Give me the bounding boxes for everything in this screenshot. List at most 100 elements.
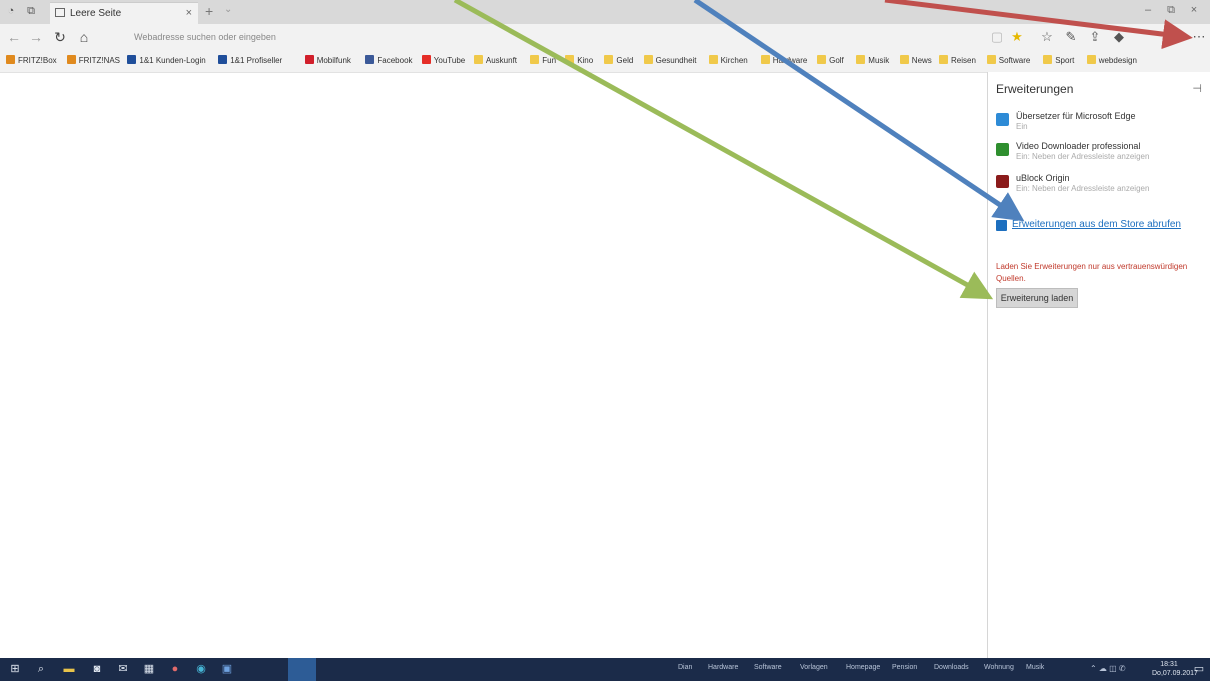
favorite-item[interactable]: FRITZ!Box [6, 55, 57, 67]
favorite-item[interactable]: YouTube [421, 55, 465, 67]
share-icon[interactable]: ⇪ [1086, 29, 1104, 45]
ublock-shield-icon [996, 175, 1009, 188]
favorite-label: Software [998, 56, 1031, 65]
favorite-item[interactable]: webdesign [1086, 55, 1137, 67]
favorite-icon [473, 55, 483, 64]
maximize-button[interactable]: ⧉ [1163, 4, 1179, 17]
back-button[interactable]: ← [6, 29, 22, 45]
favorite-star-icon[interactable]: ★ [1008, 29, 1026, 45]
extension-icon[interactable]: ◆ [1110, 29, 1128, 45]
favorite-item[interactable]: Kino [565, 55, 593, 67]
edge-taskbar-button[interactable] [288, 658, 316, 681]
tab-preview-icon[interactable]: ◔ [4, 4, 18, 18]
extension-item-video-downloader[interactable]: Video Downloader professional Ein: Neben… [996, 141, 1201, 167]
favorite-label: FRITZ!NAS [78, 56, 121, 65]
close-window-button[interactable]: × [1186, 4, 1202, 16]
tray-toolbar-item[interactable]: Homepage [846, 664, 880, 671]
store-link-text[interactable]: Erweiterungen aus dem Store abrufen [1012, 219, 1181, 230]
favorite-item[interactable]: Musik [856, 55, 889, 67]
favorite-label: webdesign [1098, 56, 1137, 65]
store-icon[interactable]: ◙ [90, 662, 104, 676]
favorite-icon [856, 55, 866, 64]
favorite-item[interactable]: Reisen [939, 55, 976, 67]
favorite-item[interactable]: Gesundheit [643, 55, 697, 67]
favorite-label: Sport [1055, 56, 1075, 65]
favorite-item[interactable]: Facebook [365, 55, 413, 67]
windows-start-icon[interactable]: ⊞ [8, 662, 22, 676]
favorite-item[interactable]: Hardware [760, 55, 807, 67]
mail-icon[interactable]: ✉ [116, 662, 130, 676]
navigation-bar: ← → ↻ ⌂ ▢ ★ ☆ ✎ ⇪ ◆ ⋯ [0, 24, 1210, 50]
favorite-icon [530, 55, 540, 64]
favorite-item[interactable]: Auskunft [473, 55, 518, 67]
home-button[interactable]: ⌂ [76, 29, 92, 45]
forward-button[interactable]: → [28, 29, 44, 45]
minimize-button[interactable]: – [1140, 4, 1156, 16]
address-bar-input[interactable] [130, 28, 975, 46]
favorite-item[interactable]: 1&1 Kunden-Login [127, 55, 206, 67]
favorite-label: Facebook [377, 56, 413, 65]
favorite-item[interactable]: Sport [1043, 55, 1074, 67]
load-extension-button[interactable]: Erweiterung laden [996, 288, 1078, 308]
browser-icon[interactable]: ◉ [194, 662, 208, 676]
refresh-button[interactable]: ↻ [52, 29, 68, 45]
favorite-item[interactable]: FRITZ!NAS [66, 55, 121, 67]
tray-toolbar-item[interactable]: Dian [678, 664, 692, 671]
favorite-item[interactable]: Software [986, 55, 1031, 67]
favorite-item[interactable]: Geld [604, 55, 633, 67]
favorite-item[interactable]: Fun [530, 55, 556, 67]
extension-status: Ein [1016, 122, 1028, 131]
close-tab-icon[interactable]: × [186, 7, 192, 19]
favorite-icon [817, 55, 827, 64]
favorite-item[interactable]: Kirchen [708, 55, 748, 67]
extension-item-translator[interactable]: Übersetzer für Microsoft Edge Ein [996, 111, 1201, 137]
tray-toolbar-item[interactable]: Vorlagen [800, 664, 828, 671]
reading-view-icon[interactable]: ▢ [988, 29, 1006, 45]
tabs-aside-icon[interactable]: ⧉ [24, 4, 38, 18]
calendar-icon[interactable]: ▦ [142, 662, 156, 676]
tray-toolbar-item[interactable]: Software [754, 664, 782, 671]
tab-list-chevron-icon[interactable]: ⌄ [224, 4, 232, 15]
favorite-icon [1086, 55, 1096, 64]
favorite-icon [760, 55, 770, 64]
search-icon[interactable]: ⌕ [34, 662, 48, 676]
favorite-item[interactable]: Mobilfunk [304, 55, 351, 67]
download-arrow-icon [996, 143, 1009, 156]
favorite-label: Musik [868, 56, 890, 65]
tray-toolbar-item[interactable]: Downloads [934, 664, 969, 671]
media-icon[interactable]: ● [168, 662, 182, 676]
file-explorer-icon[interactable]: ▬ [62, 662, 76, 676]
word-icon[interactable]: ▣ [220, 662, 234, 676]
favorite-item[interactable]: 1&1 Profiseller [218, 55, 282, 67]
tray-toolbar-item[interactable]: Pension [892, 664, 917, 671]
favorite-icon [66, 55, 76, 64]
favorite-icon [365, 55, 375, 64]
tray-toolbar-item[interactable]: Hardware [708, 664, 738, 671]
favorite-label: Fun [542, 56, 557, 65]
favorites-hub-icon[interactable]: ☆ [1038, 29, 1056, 45]
clock-date: Do,07.09.2017 [1152, 670, 1198, 677]
favorite-icon [1043, 55, 1053, 64]
favorite-label: Reisen [951, 56, 976, 65]
favorite-icon [986, 55, 996, 64]
tab-title: Leere Seite [70, 8, 122, 19]
extension-name: Video Downloader professional [1016, 141, 1141, 151]
favorite-label: Auskunft [485, 56, 518, 65]
store-bag-icon [996, 220, 1007, 231]
more-menu-button[interactable]: ⋯ [1190, 29, 1208, 45]
favorite-item[interactable]: News [899, 55, 932, 67]
tray-toolbar-item[interactable]: Musik [1026, 664, 1044, 671]
web-note-icon[interactable]: ✎ [1062, 29, 1080, 45]
favorite-item[interactable]: Golf [817, 55, 844, 67]
page-icon [55, 8, 65, 17]
clock[interactable]: 18:31 Do,07.09.2017 [1152, 660, 1198, 678]
notification-center-icon[interactable]: ▭ [1192, 662, 1206, 676]
favorite-label: FRITZ!Box [18, 56, 57, 65]
favorite-icon [6, 55, 15, 64]
system-tray-icons[interactable]: ⌃ ☁ ◫ ✆ [1090, 664, 1126, 673]
tray-toolbar-item[interactable]: Wohnung [984, 664, 1014, 671]
tab-active[interactable]: Leere Seite × [50, 2, 198, 25]
extension-item-ublock[interactable]: uBlock Origin Ein: Neben der Adressleist… [996, 173, 1201, 199]
pin-panel-icon[interactable]: ⊣ [1192, 82, 1202, 95]
new-tab-button[interactable]: + [205, 3, 213, 19]
